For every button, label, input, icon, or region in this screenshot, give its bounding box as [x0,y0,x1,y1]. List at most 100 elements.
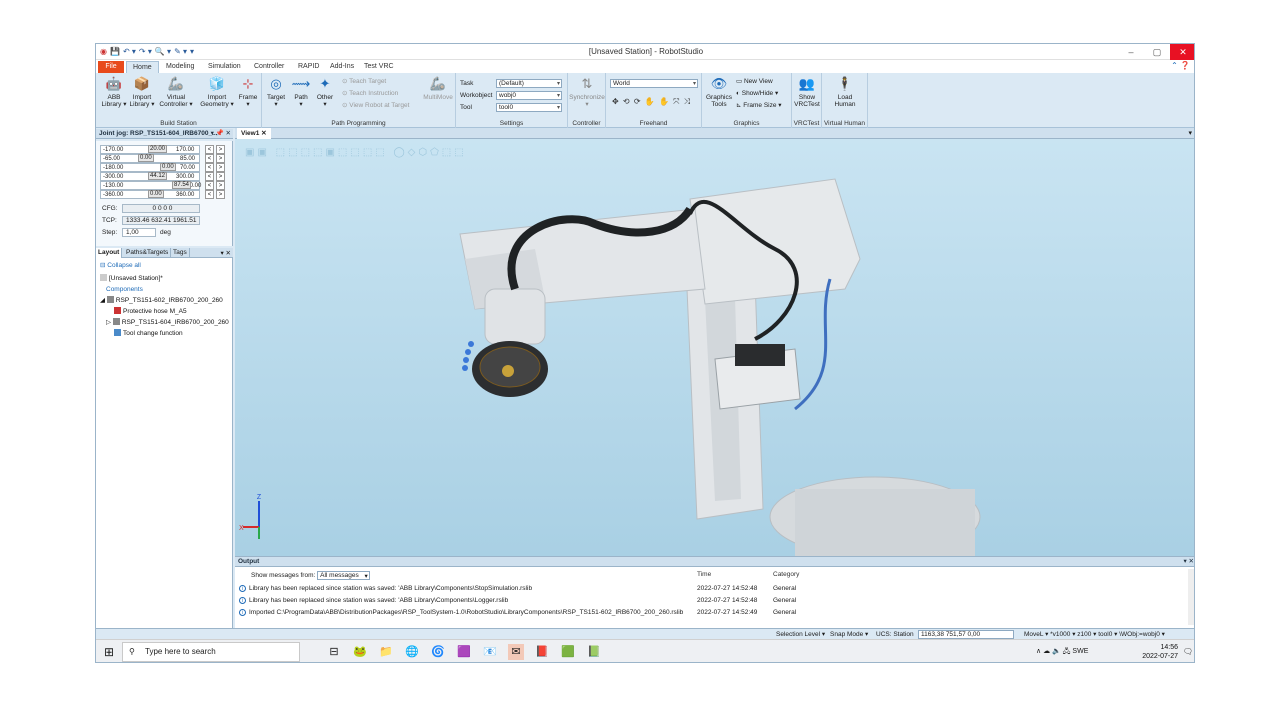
tool-dropdown[interactable]: tool0 [496,103,562,112]
tab-modeling[interactable]: Modeling [160,61,200,73]
tab-test-vrc[interactable]: Test VRC [358,61,400,73]
tree-item-protective-hose[interactable]: Protective hose M_A5 [114,307,187,315]
jog-left-button[interactable]: < [205,163,214,172]
close-button[interactable]: ✕ [1170,44,1194,60]
close-panel-icon[interactable]: ✕ [226,130,231,137]
minimize-button[interactable]: – [1118,44,1144,60]
view-menu-icon[interactable]: ▾ [1188,129,1192,137]
tab-add-ins[interactable]: Add-Ins [324,61,360,73]
components-node[interactable]: Components [106,286,143,293]
abb-library-button[interactable]: 🤖 ABB Library ▾ [100,76,128,108]
load-human-button[interactable]: 🕴 Load Human [828,76,862,108]
outlook-icon[interactable]: ✉ [508,644,524,660]
notification-icon[interactable]: 🗨 [1183,647,1193,656]
panel-menu-icon[interactable]: ▾ [220,250,223,257]
tree-item-robot-602[interactable]: ◢ RSP_TS151-602_IRB6700_200_260 [100,296,223,304]
show-vrctest-button[interactable]: 👥 Show VRCTest [793,76,821,108]
tab-layout[interactable]: Layout [96,248,123,258]
teach-target-button[interactable]: ⊙ Teach Target [342,77,386,85]
panel-menu-icon[interactable]: ▾ [211,130,214,137]
target-button[interactable]: ◎ Target ▾ [264,76,288,108]
tree-item-tool-change[interactable]: Tool change function [114,329,183,337]
windows-start-icon[interactable]: ⊞ [101,644,117,660]
tab-simulation[interactable]: Simulation [202,61,247,73]
path-button[interactable]: ⟿ Path ▾ [290,76,312,108]
edge-icon[interactable]: 🌀 [430,644,446,660]
joint-row-2[interactable]: -65.00 85.00 0.00 < > [100,154,226,163]
frame-size-button[interactable]: ⊾ Frame Size ▾ [736,101,782,109]
acrobat-icon[interactable]: 📕 [534,644,550,660]
jog-left-button[interactable]: < [205,145,214,154]
new-view-button[interactable]: ▭ New View [736,77,773,85]
collapse-all-link[interactable]: ⊟ Collapse all [100,261,141,269]
workobject-dropdown[interactable]: wobj0 [496,91,562,100]
jog-left-button[interactable]: < [205,154,214,163]
close-tab-icon[interactable]: ✕ [261,130,266,137]
station-node[interactable]: [Unsaved Station]* [100,274,163,282]
close-panel-icon[interactable]: ✕ [1189,558,1194,565]
joint-row-4[interactable]: -300.00 300.00 44.12 < > [100,172,226,181]
system-tray-icons[interactable]: ∧ ☁ 🔈 🖧 SWE [1036,647,1088,658]
help-icon[interactable]: ❓ [1180,61,1190,70]
app-icon-mail[interactable]: 📧 [482,644,498,660]
joint-row-5[interactable]: -130.00 130.00 87.54 < > [100,181,226,190]
taskbar-search[interactable]: ⚲ Type here to search [122,642,300,662]
output-scrollbar[interactable] [1188,569,1194,625]
task-view-icon[interactable]: ⊟ [326,644,342,660]
jog-left-button[interactable]: < [205,181,214,190]
step-input[interactable]: 1,00 [122,228,156,237]
app-icon-1[interactable]: 🐸 [352,644,368,660]
tab-file[interactable]: File [98,61,124,73]
jog-left-button[interactable]: < [205,190,214,199]
tree-item-robot-604[interactable]: ▷ RSP_TS151-604_IRB6700_200_260 [106,318,229,326]
show-hide-button[interactable]: ◐ Show/Hide ▾ [736,89,778,97]
maximize-button[interactable]: ▢ [1144,44,1170,60]
close-panel-icon[interactable]: ✕ [226,250,231,257]
message-filter-dropdown[interactable]: All messages ▾ [317,571,370,580]
robot-model[interactable]: Z X [235,139,1195,556]
import-library-button[interactable]: 📦 Import Library ▾ [128,76,156,108]
chrome-icon[interactable]: 🌐 [404,644,420,660]
app-icon-teams[interactable]: 🟪 [456,644,472,660]
jog-right-button[interactable]: > [216,163,225,172]
other-button[interactable]: ✦ Other ▾ [314,76,336,108]
app-icon-green[interactable]: 🟩 [560,644,576,660]
teach-instruction-button[interactable]: ⊙ Teach Instruction [342,89,398,97]
file-explorer-icon[interactable]: 📁 [378,644,394,660]
output-row[interactable]: i Imported C:\ProgramData\ABB\Distributio… [239,607,1189,618]
tab-view1[interactable]: View1 ✕ [237,128,271,139]
joint-row-3[interactable]: -180.00 70.00 0.00 < > [100,163,226,172]
jog-right-button[interactable]: > [216,172,225,181]
tab-paths-targets[interactable]: Paths&Targets [124,248,172,258]
graphics-tools-button[interactable]: 👁 Graphics Tools [704,76,734,108]
collapse-ribbon-icon[interactable]: ⌃ [1171,61,1178,70]
tab-rapid[interactable]: RAPID [292,61,325,73]
joint-row-1[interactable]: -170.00 170.00 20.00 < > [100,145,226,154]
tab-home[interactable]: Home [126,61,159,73]
view-robot-at-target-button[interactable]: ⊙ View Robot at Target [342,101,409,109]
jog-right-button[interactable]: > [216,190,225,199]
tab-controller[interactable]: Controller [248,61,290,73]
excel-icon[interactable]: 📗 [586,644,602,660]
output-row[interactable]: i Library has been replaced since station… [239,595,1189,606]
tab-tags[interactable]: Tags [171,248,190,258]
pin-icon[interactable]: 📌 [216,130,224,137]
reference-frame-dropdown[interactable]: World [610,79,698,88]
task-dropdown[interactable]: (Default) [496,79,562,88]
freehand-tools[interactable]: ✥ ⟲ ⟳ ✋ ✋ ⤧ ⤨ [612,97,691,107]
panel-menu-icon[interactable]: ▾ [1183,558,1186,565]
jog-right-button[interactable]: > [216,145,225,154]
jog-left-button[interactable]: < [205,172,214,181]
multimove-button[interactable]: 🦾 MultiMove [422,76,454,101]
column-category[interactable]: Category [773,571,799,578]
joint-row-6[interactable]: -360.00 360.00 0.00 < > [100,190,226,199]
jog-right-button[interactable]: > [216,154,225,163]
output-row[interactable]: i Library has been replaced since station… [239,583,1189,594]
clock[interactable]: 14:56 2022-07-27 [1142,643,1178,661]
jog-right-button[interactable]: > [216,181,225,190]
frame-button[interactable]: ⊹ Frame ▾ [236,76,260,108]
virtual-controller-button[interactable]: 🦾 Virtual Controller ▾ [158,76,194,108]
column-time[interactable]: Time [697,571,711,578]
3d-viewport[interactable]: ▣▣ ⬚⬚⬚⬚▣⬚⬚⬚⬚ ◯◇⬡⬠⬚⬚ Z X [235,139,1195,556]
import-geometry-button[interactable]: 🧊 Import Geometry ▾ [200,76,234,108]
